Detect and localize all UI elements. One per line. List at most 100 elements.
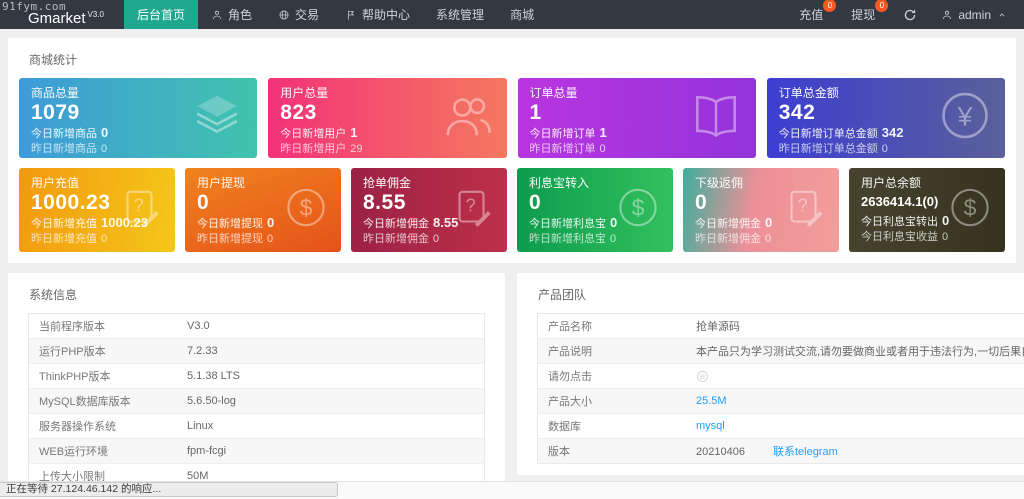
product-team-panel: 产品团队 产品名称 抢单源码 产品说明 本产品只为学习测试交流,请勿要做商业或者用于…	[517, 273, 1024, 475]
main-content: 商城统计 商品总量 1079 今日新增商品 0 昨日新增商品 0 用户总量 823 …	[0, 29, 1024, 499]
database-link[interactable]: mysql	[696, 420, 1024, 432]
menu-item-system-management[interactable]: 系统管理	[423, 0, 497, 29]
row-label: 服务器操作系统	[39, 421, 116, 433]
menu-item-label: 系统管理	[436, 8, 485, 22]
card-yesterday-label: 今日利息宝收益	[861, 231, 938, 243]
row-label: 产品名称	[548, 321, 592, 333]
row-value: 本产品只为学习测试交流,请勿要做商业或者用于违法行为,一切后果自负	[696, 346, 1024, 358]
row-label: 数据库	[548, 421, 581, 433]
card-yesterday-label: 昨日新增佣金	[363, 233, 429, 245]
table-row: 当前程序版本 V3.0	[29, 314, 484, 339]
telegram-contact-link[interactable]: 联系telegram	[773, 446, 838, 458]
menu-item-roles[interactable]: 角色	[198, 0, 265, 29]
card-today-label: 今日利息宝转出	[861, 216, 938, 228]
system-info-panel: 系统信息 当前程序版本 V3.0 运行PHP版本 7.2.33 ThinkPHP版本…	[8, 273, 505, 499]
book-icon	[688, 88, 744, 149]
doc-question-icon: ?	[117, 185, 163, 236]
stat-card-user-recharge: 用户充值 1000.23 今日新增充值 1000.23 昨日新增充值 0 ?	[19, 168, 175, 252]
chevron-up-icon	[999, 12, 1005, 17]
recharge-link[interactable]: 充值 0	[799, 0, 837, 23]
table-row: 请勿点击	[538, 364, 1024, 389]
dollar-circle-icon: $	[615, 185, 661, 236]
app-version: V3.0	[87, 10, 104, 19]
users-icon	[439, 88, 495, 149]
card-today-value: 0	[267, 215, 275, 230]
card-today-label: 今日新增用户	[280, 128, 347, 140]
svg-text:?: ?	[466, 196, 476, 216]
product-size-link[interactable]: 25.5M	[696, 395, 1024, 407]
row-value: fpm-fcgi	[187, 445, 227, 457]
stats-panel-title: 商城统计	[29, 53, 78, 67]
card-yesterday-value: 0	[765, 233, 772, 245]
row-label: 当前程序版本	[39, 321, 105, 333]
system-info-title: 系统信息	[29, 288, 78, 302]
card-yesterday-value: 0	[267, 233, 274, 245]
stat-card-total-products: 商品总量 1079 今日新增商品 0 昨日新增商品 0	[19, 78, 258, 158]
menu-item-label: 帮助中心	[362, 8, 411, 22]
withdraw-label: 提现	[851, 8, 876, 22]
card-today-value: 1	[350, 125, 358, 140]
menu-item-dashboard[interactable]: 后台首页	[123, 0, 198, 29]
broken-image-icon[interactable]	[696, 370, 1024, 383]
row-value: 5.6.50-log	[187, 395, 236, 407]
table-row: 服务器操作系统 Linux	[29, 414, 484, 439]
version-value: 20210406	[696, 446, 745, 458]
layers-icon	[189, 88, 245, 149]
menu-item-mall[interactable]: 商城	[497, 0, 547, 29]
row-value: 5.1.38 LTS	[187, 370, 240, 382]
card-yesterday-label: 昨日新增充值	[31, 233, 97, 245]
card-today-label: 今日新增佣金	[363, 218, 429, 230]
card-yesterday-value: 0	[599, 143, 606, 155]
table-row: ThinkPHP版本 5.1.38 LTS	[29, 364, 484, 389]
svg-text:$: $	[300, 195, 313, 221]
watermark: 91fym.com	[2, 0, 67, 13]
dollar-circle-icon: $	[947, 185, 993, 236]
person-icon	[213, 10, 221, 19]
card-today-value: 1	[599, 125, 607, 140]
withdraw-badge: 0	[875, 0, 889, 12]
card-yesterday-value: 0	[101, 143, 108, 155]
menu-item-label: 角色	[228, 8, 253, 22]
doc-question-icon: ?	[781, 185, 827, 236]
card-today-label: 今日新增提现	[197, 218, 263, 230]
refresh-button[interactable]	[903, 8, 917, 22]
svg-text:¥: ¥	[957, 101, 973, 131]
recharge-badge: 0	[823, 0, 837, 12]
row-label: 产品大小	[548, 396, 592, 408]
stats-row-1: 商品总量 1079 今日新增商品 0 昨日新增商品 0 用户总量 823 今日新增用…	[19, 78, 1005, 158]
svg-text:$: $	[964, 195, 977, 221]
username-label: admin	[958, 7, 991, 22]
stat-card-user-total-balance: 用户总余额 2636414.1(0) 今日利息宝转出 0 今日利息宝收益 0 $	[849, 168, 1005, 252]
card-today-label: 今日新增商品	[31, 128, 97, 140]
globe-icon	[279, 10, 289, 19]
menu-item-label: 交易	[295, 8, 320, 22]
stat-card-total-users: 用户总量 823 今日新增用户 1 昨日新增用户 29	[268, 78, 507, 158]
card-today-label: 今日新增利息宝	[529, 218, 606, 230]
card-yesterday-label: 昨日新增用户	[280, 143, 347, 155]
table-row: 数据库 mysql	[538, 414, 1024, 439]
user-menu[interactable]: admin	[941, 8, 1008, 22]
stats-panel: 商城统计 商品总量 1079 今日新增商品 0 昨日新增商品 0 用户总量 823 …	[8, 38, 1016, 263]
row-value: Linux	[187, 420, 214, 432]
card-yesterday-label: 昨日新增商品	[31, 143, 97, 155]
yen-circle-icon: ¥	[937, 88, 993, 149]
menu-item-help-center[interactable]: 帮助中心	[332, 0, 423, 29]
doc-question-icon: ?	[449, 185, 495, 236]
table-row: 版本 20210406 联系telegram	[538, 439, 1024, 463]
card-yesterday-label: 昨日新增佣金	[695, 233, 761, 245]
card-today-value: 0	[765, 215, 773, 230]
row-label: 产品说明	[548, 346, 592, 358]
row-label: 版本	[548, 446, 570, 458]
menu-item-trade[interactable]: 交易	[265, 0, 332, 29]
card-yesterday-value: 0	[433, 233, 440, 245]
table-row: 产品说明 本产品只为学习测试交流,请勿要做商业或者用于违法行为,一切后果自负	[538, 339, 1024, 364]
stat-card-user-withdraw: 用户提现 0 今日新增提现 0 昨日新增提现 0 $	[185, 168, 341, 252]
bottom-strip: 正在等待 27.124.46.142 的响应...	[0, 481, 1024, 499]
row-value: V3.0	[187, 320, 210, 332]
row-label: MySQL数据库版本	[39, 396, 131, 408]
card-yesterday-label: 昨日新增订单	[529, 143, 596, 155]
recharge-label: 充值	[799, 8, 824, 22]
product-team-table: 产品名称 抢单源码 产品说明 本产品只为学习测试交流,请勿要做商业或者用于违法行为,…	[537, 313, 1024, 464]
withdraw-link[interactable]: 提现 0	[851, 0, 889, 23]
row-label: 运行PHP版本	[39, 346, 106, 358]
